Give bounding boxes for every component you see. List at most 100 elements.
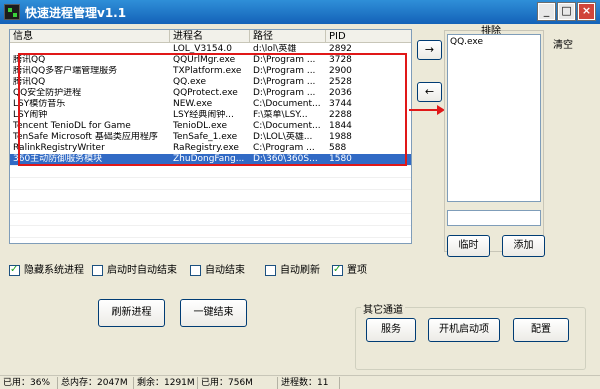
maximize-button[interactable]: □ (557, 2, 576, 21)
cell-info: LSY闹钟 (13, 110, 48, 120)
cell-path: D:\Program ... (253, 66, 316, 76)
config-button[interactable]: 配置 (513, 318, 569, 342)
move-from-exclude-button[interactable]: ← (417, 82, 442, 102)
checkbox-label: 自动刷新 (280, 265, 320, 276)
empty-row (10, 189, 411, 190)
cell-pid: 1988 (329, 132, 352, 142)
group-title: 其它通道 (361, 301, 405, 316)
exclude-list[interactable]: QQ.exe (447, 34, 541, 202)
cell-name: NEW.exe (173, 99, 213, 109)
cell-path: D:\360\360S... (253, 154, 318, 164)
cell-pid: 1844 (329, 121, 352, 131)
status-bar: 已用：36% 总内存：2047M 剩余：1291M 已用：756M 进程数：11 (0, 375, 600, 389)
checkbox-box[interactable] (190, 265, 201, 276)
cell-path: C:\Program ... (253, 143, 315, 153)
cell-info: TenSafe Microsoft 基础类应用程序 (13, 132, 158, 142)
cell-path: F:\菜单\LSY... (253, 110, 308, 120)
cell-name: RaRegistry.exe (173, 143, 239, 153)
checkbox-label: 隐藏系统进程 (24, 265, 84, 276)
table-row[interactable]: 腾讯QQ QQUrlMgr.exe D:\Program ... 3728 (10, 55, 411, 66)
service-button[interactable]: 服务 (366, 318, 416, 342)
cell-pid: 1580 (329, 154, 352, 164)
exclude-list-item[interactable]: QQ.exe (450, 37, 483, 47)
cell-pid: 588 (329, 143, 347, 153)
startup-items-button[interactable]: 开机启动项 (428, 318, 500, 342)
cell-info: 腾讯QQ多客户端管理服务 (13, 66, 118, 76)
temp-button[interactable]: 临时 (447, 235, 490, 257)
clear-link[interactable]: 清空 (553, 36, 573, 51)
move-to-exclude-button[interactable]: → (417, 40, 442, 60)
checkbox-box[interactable] (92, 265, 103, 276)
cell-name: LSY经典闹钟... (173, 110, 234, 120)
column-header-path[interactable]: 路径 (250, 30, 326, 43)
table-row[interactable]: LSY模仿音乐 NEW.exe C:\Document... 3744 (10, 99, 411, 110)
table-row[interactable]: QQ安全防护进程 QQProtect.exe D:\Program ... 2036 (10, 88, 411, 99)
cell-info: RalinkRegistryWriter (13, 143, 105, 153)
exclude-input[interactable] (447, 210, 541, 226)
cell-info: 腾讯QQ (13, 55, 46, 65)
column-header-pid[interactable]: PID (326, 30, 411, 43)
empty-row (10, 177, 411, 178)
checkbox-box[interactable] (332, 264, 343, 276)
table-row[interactable]: RalinkRegistryWriter RaRegistry.exe C:\Pro… (10, 143, 411, 154)
empty-row (10, 213, 411, 214)
cell-info: LSY模仿音乐 (13, 99, 66, 109)
cell-path: C:\Document... (253, 121, 321, 131)
checkbox-label: 置项 (347, 265, 367, 276)
cell-pid: 2288 (329, 110, 352, 120)
empty-row (10, 201, 411, 202)
cell-path: D:\Program ... (253, 55, 316, 65)
add-button[interactable]: 添加 (502, 235, 545, 257)
cell-name: ZhuDongFang... (173, 154, 245, 164)
cell-path: d:\lol\英雄 (253, 44, 297, 54)
cell-pid: 2036 (329, 88, 352, 98)
cell-name: QQ.exe (173, 77, 206, 87)
cell-info: 腾讯QQ (13, 77, 46, 87)
checkbox-label: 启动时自动结束 (107, 265, 177, 276)
cell-path: D:\LOL\英雄... (253, 132, 313, 142)
empty-row (10, 225, 411, 226)
cell-path: D:\Program ... (253, 88, 316, 98)
table-row[interactable]: LOL_V3154.0 d:\lol\英雄 2892 (10, 44, 411, 55)
cell-info: QQ安全防护进程 (13, 88, 82, 98)
cpu-usage: 已用：36% (0, 377, 58, 389)
app-window: 快速进程管理v1.1 _ □ × 信息 进程名 路径 PID LOL_V3154… (0, 0, 600, 389)
cell-name: LOL_V3154.0 (173, 44, 232, 54)
process-list[interactable]: 信息 进程名 路径 PID LOL_V3154.0 d:\lol\英雄 2892 腾讯… (9, 29, 412, 244)
table-row[interactable]: 腾讯QQ QQ.exe D:\Program ... 2528 (10, 77, 411, 88)
cell-path: D:\Program ... (253, 77, 316, 87)
end-all-button[interactable]: 一键结束 (180, 299, 247, 327)
checkbox-box[interactable] (9, 264, 20, 276)
column-header-name[interactable]: 进程名 (170, 30, 250, 43)
cell-info (10, 44, 170, 55)
window-title: 快速进程管理v1.1 (25, 6, 127, 20)
empty-row (10, 237, 411, 238)
total-memory: 总内存：2047M (58, 377, 134, 389)
cell-pid: 3744 (329, 99, 352, 109)
cell-info: Tencent TenioDL for Game (13, 121, 131, 131)
table-row[interactable]: 360主动防御服务模块 ZhuDongFang... D:\360\360S... 1… (10, 154, 411, 165)
cell-info: 360主动防御服务模块 (13, 154, 103, 164)
arrow-annotation-icon (409, 105, 445, 115)
remaining-memory: 剩余：1291M (134, 377, 198, 389)
cell-name: QQUrlMgr.exe (173, 55, 236, 65)
refresh-process-button[interactable]: 刷新进程 (98, 299, 165, 327)
cell-pid: 2900 (329, 66, 352, 76)
used-memory: 已用：756M (198, 377, 278, 389)
list-header: 信息 进程名 路径 PID (10, 30, 411, 43)
cell-pid: 2528 (329, 77, 352, 87)
checkbox-box[interactable] (265, 265, 276, 276)
cell-name: QQProtect.exe (173, 88, 238, 98)
cell-path: C:\Document... (253, 99, 321, 109)
title-bar[interactable]: 快速进程管理v1.1 _ □ × (0, 0, 600, 24)
table-row[interactable]: 腾讯QQ多客户端管理服务 TXPlatform.exe D:\Program ...… (10, 66, 411, 77)
table-row[interactable]: Tencent TenioDL for Game TenioDL.exe C:\Do… (10, 121, 411, 132)
table-row[interactable]: TenSafe Microsoft 基础类应用程序 TenSafe_1.exe D:… (10, 132, 411, 143)
cell-pid: 2892 (329, 44, 352, 54)
process-count: 进程数：11 (278, 377, 340, 389)
table-row[interactable]: LSY闹钟 LSY经典闹钟... F:\菜单\LSY... 2288 (10, 110, 411, 121)
close-button[interactable]: × (577, 2, 596, 21)
minimize-button[interactable]: _ (537, 2, 556, 21)
column-header-info[interactable]: 信息 (10, 30, 170, 43)
cell-pid: 3728 (329, 55, 352, 65)
